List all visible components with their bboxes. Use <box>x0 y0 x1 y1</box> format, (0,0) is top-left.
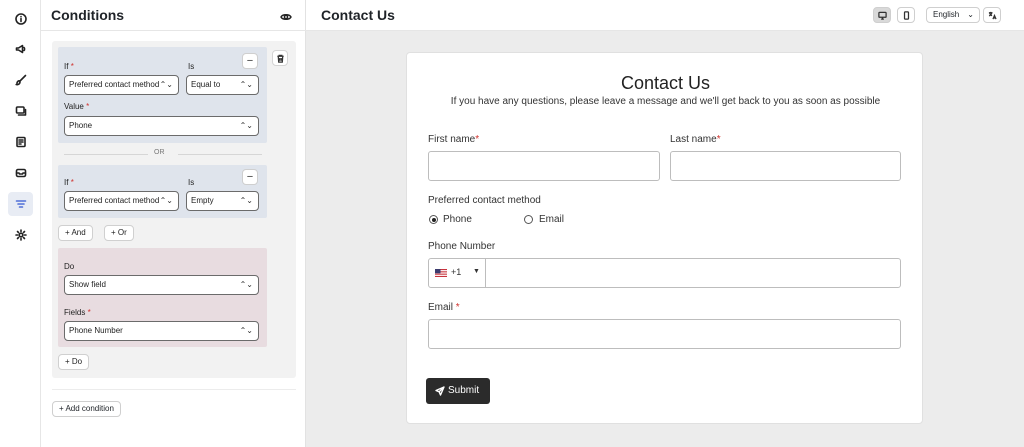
last-name-label: Last name* <box>670 134 721 145</box>
inbox-icon[interactable] <box>8 161 33 185</box>
is-label: Is <box>188 178 195 187</box>
add-or-button[interactable]: + Or <box>104 225 134 241</box>
conditions-header: Conditions <box>41 0 306 31</box>
submit-label: Submit <box>448 385 480 396</box>
last-name-field[interactable] <box>670 151 901 181</box>
form-title: Contact Us <box>620 73 711 93</box>
chevron-down-icon: ⌄ <box>967 10 974 19</box>
first-name-field[interactable] <box>428 151 660 181</box>
conditions-panel: Conditions If * Is − Preferred contact m… <box>41 0 306 447</box>
condition-card: If * Is − Preferred contact method ⌃⌄ Equ… <box>52 41 296 378</box>
if-field-select[interactable]: Preferred contact method ⌃⌄ <box>64 191 179 211</box>
language-select[interactable]: English ⌄ <box>926 7 980 23</box>
operator-select[interactable]: Empty ⌃⌄ <box>186 191 259 211</box>
eye-icon[interactable] <box>280 10 292 22</box>
page-title: Contact Us <box>321 7 395 23</box>
value-select[interactable]: Phone ⌃⌄ <box>64 116 259 136</box>
main-header: Contact Us English ⌄ <box>306 0 1024 31</box>
us-flag-icon <box>435 269 447 277</box>
megaphone-icon[interactable] <box>8 37 33 61</box>
info-icon[interactable] <box>8 7 33 31</box>
brush-icon[interactable] <box>8 68 33 92</box>
if-field-select[interactable]: Preferred contact method ⌃⌄ <box>64 75 179 95</box>
layers-icon[interactable] <box>8 99 33 123</box>
receipt-icon[interactable] <box>8 130 33 154</box>
is-label: Is <box>188 62 195 71</box>
form-subtitle: If you have any questions, please leave … <box>450 96 881 107</box>
contact-form: Contact Us If you have any questions, pl… <box>406 52 923 424</box>
submit-button[interactable]: Submit <box>426 378 490 404</box>
send-icon <box>435 386 445 396</box>
desktop-view-icon[interactable] <box>873 7 891 23</box>
first-name-label: First name* <box>428 134 480 145</box>
chevron-updown-icon: ⌃⌄ <box>239 326 253 335</box>
action-select[interactable]: Show field ⌃⌄ <box>64 275 259 295</box>
trash-icon[interactable] <box>272 50 288 66</box>
do-label: Do <box>64 262 75 271</box>
operator-select[interactable]: Equal to ⌃⌄ <box>186 75 259 95</box>
add-and-button[interactable]: + And <box>58 225 93 241</box>
settings-icon[interactable] <box>8 223 33 247</box>
translate-icon[interactable] <box>983 7 1001 23</box>
preferred-contact-label: Preferred contact method <box>428 195 541 206</box>
add-do-button[interactable]: + Do <box>58 354 90 370</box>
or-divider: OR <box>58 148 267 160</box>
remove-condition-button[interactable]: − <box>242 169 258 185</box>
remove-condition-button[interactable]: − <box>242 53 258 69</box>
fields-select[interactable]: Phone Number ⌃⌄ <box>64 321 259 341</box>
if-label: If * <box>64 178 74 187</box>
add-condition-button[interactable]: + Add condition <box>52 401 121 417</box>
caret-down-icon: ▼ <box>473 268 480 275</box>
country-code: +1 <box>451 267 462 277</box>
form-preview-canvas: Contact Us If you have any questions, pl… <box>306 31 1024 447</box>
chevron-updown-icon: ⌃⌄ <box>239 80 253 89</box>
phone-number-label: Phone Number <box>428 241 496 252</box>
email-label: Email * <box>428 302 460 313</box>
mobile-view-icon[interactable] <box>897 7 915 23</box>
or-label: OR <box>154 149 165 156</box>
country-code-select[interactable]: +1 ▼ <box>429 259 486 287</box>
radio-email-label: Email <box>539 214 565 225</box>
radio-phone-label: Phone <box>443 214 472 225</box>
if-label: If * <box>64 62 74 71</box>
chevron-updown-icon: ⌃⌄ <box>239 196 253 205</box>
left-icon-rail <box>0 0 41 447</box>
chevron-updown-icon: ⌃⌄ <box>239 121 253 130</box>
chevron-updown-icon: ⌃⌄ <box>239 280 253 289</box>
divider <box>52 389 296 390</box>
do-block: Do Show field ⌃⌄ Fields * Phone Number ⌃⌄ <box>58 248 267 347</box>
email-field[interactable] <box>428 319 901 349</box>
if-block-1: If * Is − Preferred contact method ⌃⌄ Equ… <box>58 47 267 143</box>
phone-number-field[interactable]: +1 ▼ <box>428 258 901 288</box>
chevron-updown-icon: ⌃⌄ <box>159 80 173 89</box>
chevron-updown-icon: ⌃⌄ <box>159 196 173 205</box>
radio-email[interactable] <box>524 215 533 224</box>
fields-label: Fields * <box>64 308 91 317</box>
radio-phone[interactable] <box>429 215 438 224</box>
filter-icon[interactable] <box>8 192 33 216</box>
conditions-title: Conditions <box>51 7 125 23</box>
value-label: Value * <box>64 102 90 111</box>
if-block-2: If * Is − Preferred contact method ⌃⌄ Emp… <box>58 165 267 218</box>
